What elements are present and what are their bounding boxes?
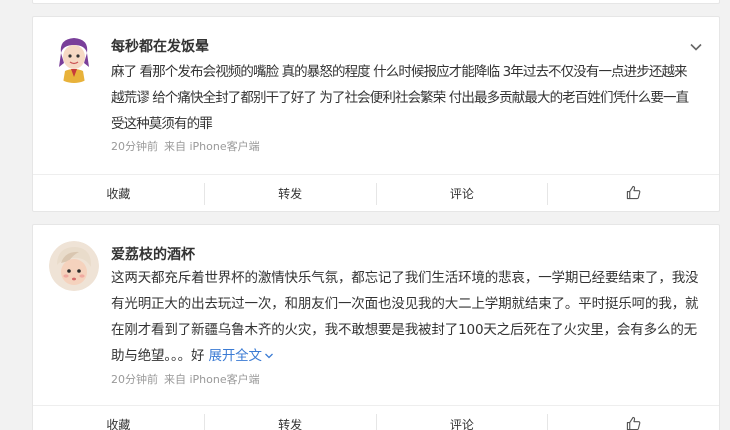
- source: 来自 iPhone客户端: [164, 373, 260, 386]
- thumbs-up-icon: [626, 416, 641, 430]
- comment-card: 每秒都在发饭晕 麻了 看那个发布会视频的嘴脸 真的暴怒的程度 什么时候报应才能降…: [32, 16, 720, 212]
- favorite-button[interactable]: 收藏: [33, 182, 205, 205]
- comment-text-body: 这两天都充斥着世界杯的激情快乐气氛，都忘记了我们生活环境的悲哀，一学期已经要结束…: [111, 270, 699, 364]
- favorite-button[interactable]: 收藏: [33, 413, 205, 430]
- timestamp: 20分钟前: [111, 373, 158, 386]
- username[interactable]: 爱荔枝的酒杯: [111, 244, 195, 264]
- comment-text: 麻了 看那个发布会视频的嘴脸 真的暴怒的程度 什么时候报应才能降临 3年过去不仅…: [111, 64, 689, 132]
- avatar[interactable]: [49, 33, 99, 83]
- thumbs-up-icon: [626, 185, 641, 203]
- previous-card-edge: [32, 0, 720, 4]
- like-button[interactable]: [548, 183, 719, 205]
- comment-meta: 20分钟前 来自 iPhone客户端: [111, 371, 260, 387]
- action-bar: 收藏 转发 评论: [33, 405, 719, 430]
- comment-card: 爱荔枝的酒杯 这两天都充斥着世界杯的激情快乐气氛，都忘记了我们生活环境的悲哀，一…: [32, 224, 720, 430]
- like-button[interactable]: [548, 414, 719, 430]
- source: 来自 iPhone客户端: [164, 140, 260, 153]
- avatar[interactable]: [49, 241, 99, 291]
- chevron-down-icon[interactable]: [689, 39, 703, 53]
- repost-button[interactable]: 转发: [205, 413, 377, 430]
- comment-meta: 20分钟前 来自 iPhone客户端: [111, 138, 260, 154]
- username[interactable]: 每秒都在发饭晕: [111, 36, 209, 56]
- timestamp: 20分钟前: [111, 140, 158, 153]
- comment-text: 这两天都充斥着世界杯的激情快乐气氛，都忘记了我们生活环境的悲哀，一学期已经要结束…: [111, 265, 699, 369]
- comment-button[interactable]: 评论: [377, 413, 549, 430]
- action-bar: 收藏 转发 评论: [33, 174, 719, 212]
- expand-label: 展开全文: [208, 348, 262, 364]
- comment-button[interactable]: 评论: [377, 182, 549, 205]
- expand-link[interactable]: 展开全文: [208, 348, 273, 364]
- chevron-down-icon: [264, 353, 273, 359]
- repost-button[interactable]: 转发: [205, 182, 377, 205]
